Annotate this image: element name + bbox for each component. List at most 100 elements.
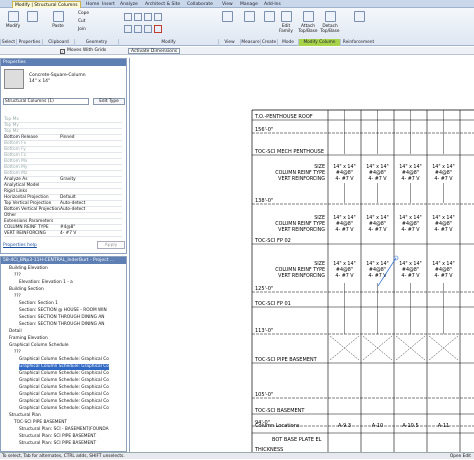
activate-dimensions-button[interactable]: Activate Dimensions (128, 48, 181, 54)
browser-tree-item[interactable]: Structural Plan: SCI PIPE BASEMENT (19, 434, 96, 440)
schedule-cell: 14" x 14" (399, 215, 422, 221)
project-browser: 58-4CI_BNp3-11H-CENTRAL_InderBurt - Proj… (0, 256, 127, 452)
row-label: VERT REINFORCING (278, 227, 325, 233)
browser-tree-item[interactable]: Graphical Column Schedule: Graphical Co (19, 364, 109, 370)
browser-tree-item[interactable]: Elevation: Elevation 1 - a (19, 280, 73, 286)
align-icon[interactable] (124, 13, 132, 21)
row-label: COLUMN REINF TYPE (275, 170, 325, 176)
browser-tree-item[interactable]: Structural Plan: SCI - BASEMENT(FOUNDA (19, 427, 109, 433)
rotate-icon[interactable] (134, 25, 142, 33)
properties-button[interactable] (22, 11, 42, 24)
join-button[interactable]: Join (78, 27, 86, 33)
property-name: Bottom My (4, 165, 28, 170)
browser-tree-item[interactable]: Detail (9, 329, 22, 335)
detach-top-base-button[interactable]: Detach Top/Base (320, 11, 340, 34)
browser-tree-item[interactable]: Graphical Column Schedule: Graphical Co (19, 392, 109, 398)
modify-button[interactable]: Modify (2, 11, 24, 29)
browser-tree-item[interactable]: ??? (14, 273, 21, 279)
paste-button[interactable]: Paste (48, 11, 68, 29)
tab-add-ins[interactable]: Add-Ins (262, 1, 283, 8)
hide-in-view-button[interactable] (218, 11, 236, 24)
property-name: Analyze As (4, 177, 28, 182)
property-name: Bottom Fy (4, 147, 26, 152)
browser-tree-item[interactable]: Structural Plan: SCI PIPE BASEMENT (19, 441, 96, 447)
eye-icon (221, 11, 233, 22)
group-properties: Properties (16, 39, 42, 46)
browser-tree-item[interactable]: Graphical Column Schedule: Graphical Co (19, 357, 109, 363)
browser-tree-item[interactable]: Framing Elevation (9, 336, 48, 342)
level-elevation: 125'-0" (255, 286, 273, 292)
browser-tree-item[interactable]: ??? (14, 294, 21, 300)
browser-tree-item[interactable]: ??? (14, 350, 21, 356)
browser-tree-item[interactable]: Graphical Column Schedule: Graphical Co (19, 406, 109, 412)
property-name: Analytical Model (4, 183, 40, 188)
browser-tree-item[interactable]: Graphical Column Schedule: Graphical Co (19, 378, 109, 384)
delete-icon[interactable] (154, 25, 162, 33)
copy-icon[interactable] (124, 25, 132, 33)
mirror-icon[interactable] (144, 13, 152, 21)
schedule-cell: 14" x 14" (366, 164, 389, 170)
level-elevation: 156'-0" (255, 127, 273, 133)
paste-label: Paste (52, 24, 64, 29)
browser-tree-item[interactable]: Graphical Column Schedule: Graphical Co (19, 399, 109, 405)
drawing-area[interactable]: T.O.-PENTHOUSE ROOF 156'-0" TOC-SCI MECH P… (129, 58, 474, 453)
browser-tree-item[interactable]: Structural Plan (9, 413, 41, 419)
tab-architect-site[interactable]: Architect & Site (143, 1, 182, 8)
property-name: Bottom Release (4, 135, 38, 140)
edit-family-button[interactable]: Edit Family (277, 11, 295, 34)
properties-icon (26, 11, 38, 22)
measure-button[interactable] (240, 11, 258, 24)
schedule-cell: 14" x 14" (432, 164, 455, 170)
offset-icon[interactable] (134, 13, 142, 21)
tab-modify-structural-columns[interactable]: Modify | Structural Columns (12, 1, 81, 8)
browser-tree-item[interactable]: Building Section (9, 287, 44, 293)
browser-tree-item[interactable]: Graphical Column Schedule (9, 343, 69, 349)
property-name: Horizontal Projection (4, 195, 49, 200)
property-row[interactable]: VERT REINFORCING 4- #7 V (4, 231, 122, 237)
attach-top-base-button[interactable]: Attach Top/Base (298, 11, 318, 34)
detach-label: Detach Top/Base (320, 24, 340, 34)
schedule-cell: 4- #7 V (401, 227, 420, 233)
reinforcement-button[interactable] (348, 11, 370, 24)
create-button[interactable] (260, 11, 278, 24)
trim-icon[interactable] (144, 25, 152, 33)
property-name: Top My (4, 123, 19, 128)
row-label: COLUMN REINF TYPE (275, 267, 325, 273)
browser-tree-item[interactable]: Section: SECTION THROUGH DINING AN (19, 315, 105, 321)
browser-tree-item[interactable]: Building Elevation (9, 266, 48, 272)
tab-home[interactable]: Home (84, 1, 101, 8)
schedule-cell: #4@8" (369, 267, 386, 273)
property-name: COLUMN REINF TYPE (4, 225, 49, 230)
column-type-thumbnail (4, 69, 24, 89)
attach-label: Attach Top/Base (298, 24, 318, 34)
edit-type-button[interactable]: Edit Type (93, 98, 125, 105)
tab-insert[interactable]: Insert (100, 1, 117, 8)
browser-tree-item[interactable]: TOC-SCI PIPE BASEMENT (14, 420, 67, 426)
tab-collaborate[interactable]: Collaborate (185, 1, 215, 8)
tab-analyze[interactable]: Analyze (118, 1, 140, 8)
property-value[interactable]: 4- #7 V (60, 231, 76, 237)
schedule-cell: #4@8" (336, 267, 353, 273)
create-icon (263, 11, 275, 22)
browser-tree-item[interactable]: Section: SECTION THROUGH DINING AN (19, 322, 105, 328)
tab-view[interactable]: View (220, 1, 235, 8)
cope-button[interactable]: Cope (78, 11, 89, 17)
browser-tree-item[interactable]: Graphical Column Schedule: Graphical Co (19, 371, 109, 377)
cut-button[interactable]: Cut (78, 19, 85, 25)
schedule-cell: 14" x 14" (399, 164, 422, 170)
schedule-cell: 14" x 14" (333, 215, 356, 221)
moves-with-grids-checkbox[interactable]: ✓ (60, 49, 65, 54)
group-clipboard: Clipboard (42, 39, 74, 46)
group-mode: Mode (277, 39, 298, 46)
browser-tree-item[interactable]: Graphical Column Schedule: Graphical Co (19, 385, 109, 391)
apply-button[interactable]: Apply (97, 241, 125, 249)
move-icon[interactable] (154, 13, 162, 21)
browser-tree-item[interactable]: Section: SECTION @ HOUSE - ROOM WIN (19, 308, 107, 314)
tab-manage[interactable]: Manage (238, 1, 260, 8)
instance-selector-dropdown[interactable]: Structural Columns (1) (3, 98, 89, 105)
graphical-column-schedule[interactable]: T.O.-PENTHOUSE ROOF 156'-0" TOC-SCI MECH P… (130, 58, 474, 453)
browser-tree-item[interactable]: Section: Section 1 (19, 301, 58, 307)
schedule-cell: 14" x 14" (333, 164, 356, 170)
schedule-cell: #4@8" (435, 267, 452, 273)
properties-help-link[interactable]: Properties help (3, 243, 37, 248)
